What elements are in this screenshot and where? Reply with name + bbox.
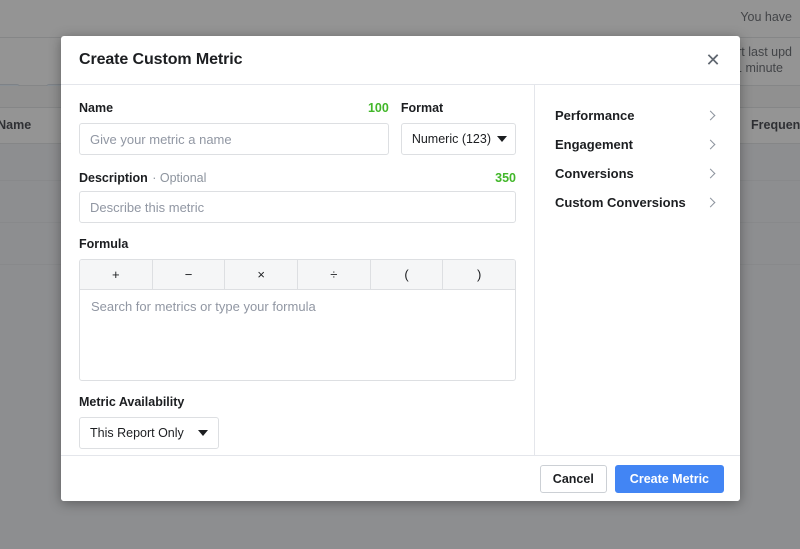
formula-editor: + − × ÷ ( ) bbox=[79, 259, 516, 381]
name-character-counter: 100 bbox=[367, 101, 389, 115]
name-field-group: Name 100 bbox=[79, 101, 389, 155]
operator-multiply-button[interactable]: × bbox=[225, 260, 299, 289]
operator-close-paren-button[interactable]: ) bbox=[443, 260, 515, 289]
chevron-down-icon bbox=[497, 136, 507, 142]
availability-label-line: Metric Availability bbox=[79, 395, 516, 411]
description-character-counter: 350 bbox=[495, 171, 516, 185]
close-icon[interactable]: ✕ bbox=[700, 47, 726, 73]
name-format-row: Name 100 Format Numeric (123) bbox=[79, 101, 516, 169]
description-label: Description bbox=[79, 171, 148, 185]
category-item-conversions[interactable]: Conversions bbox=[547, 159, 726, 188]
create-metric-button[interactable]: Create Metric bbox=[614, 464, 724, 493]
availability-select-value: This Report Only bbox=[90, 426, 184, 440]
metric-description-input[interactable] bbox=[79, 191, 516, 223]
description-label-wrap: Description · Optional bbox=[79, 169, 206, 187]
chevron-right-icon bbox=[705, 168, 716, 179]
page-root: You have ery ✕ + Report last upd than 1 … bbox=[0, 0, 800, 549]
name-label-line: Name 100 bbox=[79, 101, 389, 117]
category-item-custom-conversions[interactable]: Custom Conversions bbox=[547, 188, 726, 217]
availability-label: Metric Availability bbox=[79, 395, 185, 409]
description-label-line: Description · Optional 350 bbox=[79, 169, 516, 185]
description-field-group: Description · Optional 350 bbox=[79, 169, 516, 223]
chevron-right-icon bbox=[705, 110, 716, 121]
operator-plus-button[interactable]: + bbox=[80, 260, 153, 289]
format-field-group: Format Numeric (123) bbox=[400, 101, 516, 155]
chevron-right-icon bbox=[705, 197, 716, 208]
cancel-button[interactable]: Cancel bbox=[539, 464, 607, 493]
availability-select[interactable]: This Report Only bbox=[79, 417, 219, 449]
category-label: Performance bbox=[555, 108, 635, 123]
availability-field-group: Metric Availability This Report Only bbox=[79, 395, 516, 449]
format-label-line: Format bbox=[401, 101, 516, 117]
description-optional-tag: · Optional bbox=[152, 171, 207, 185]
category-label: Custom Conversions bbox=[555, 195, 686, 210]
formula-label-line: Formula bbox=[79, 237, 516, 253]
metric-form-pane: Name 100 Format Numeric (123) bbox=[61, 85, 535, 455]
dialog-title: Create Custom Metric bbox=[79, 51, 243, 68]
format-label: Format bbox=[400, 101, 444, 115]
create-custom-metric-dialog: Create Custom Metric ✕ Name 100 Give you… bbox=[61, 36, 740, 501]
metric-categories-pane: Performance Engagement Conversions Custo… bbox=[535, 85, 740, 455]
formula-field-group: Formula + − × ÷ ( ) bbox=[79, 237, 516, 381]
name-label: Name bbox=[79, 101, 114, 115]
dialog-footer: Cancel Create Metric bbox=[61, 455, 740, 501]
category-label: Engagement bbox=[555, 137, 634, 152]
operator-minus-button[interactable]: − bbox=[152, 260, 226, 289]
dialog-body: Name 100 Format Numeric (123) bbox=[61, 85, 740, 455]
category-label: Conversions bbox=[555, 166, 634, 181]
operator-open-paren-button[interactable]: ( bbox=[370, 260, 444, 289]
chevron-down-icon bbox=[197, 430, 208, 436]
category-item-performance[interactable]: Performance bbox=[547, 101, 726, 130]
formula-label: Formula bbox=[79, 237, 129, 251]
formula-operator-row: + − × ÷ ( ) bbox=[80, 260, 515, 290]
dialog-header: Create Custom Metric ✕ bbox=[61, 36, 740, 85]
formula-input[interactable] bbox=[80, 290, 515, 375]
metric-name-input[interactable] bbox=[79, 123, 389, 155]
format-select[interactable]: Numeric (123) bbox=[400, 123, 516, 155]
category-item-engagement[interactable]: Engagement bbox=[547, 130, 726, 159]
operator-divide-button[interactable]: ÷ bbox=[298, 260, 371, 289]
chevron-right-icon bbox=[705, 139, 716, 150]
format-select-value: Numeric (123) bbox=[411, 132, 491, 146]
